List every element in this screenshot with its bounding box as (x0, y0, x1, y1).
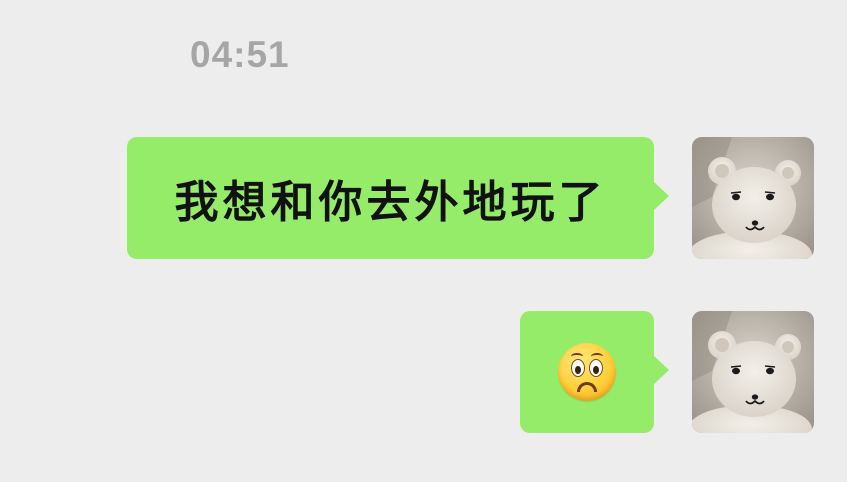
frowning-face-icon (558, 343, 616, 401)
emoji-mouth (577, 382, 597, 392)
message-text: 我想和你去外地玩了 (174, 177, 607, 228)
emoji-eye (571, 359, 585, 377)
avatar[interactable] (692, 137, 814, 259)
chat-window: 04:51 我想和你去外地玩了 (0, 0, 847, 482)
message-timestamp: 04:51 (190, 34, 290, 75)
message-row (520, 311, 814, 433)
message-bubble[interactable] (520, 311, 669, 433)
emoji-eye (589, 359, 603, 377)
avatar[interactable] (692, 311, 814, 433)
message-row: 我想和你去外地玩了 (127, 137, 814, 259)
bear-avatar-icon (692, 137, 814, 259)
bear-avatar-icon (692, 311, 814, 433)
message-bubble[interactable]: 我想和你去外地玩了 (127, 137, 669, 259)
